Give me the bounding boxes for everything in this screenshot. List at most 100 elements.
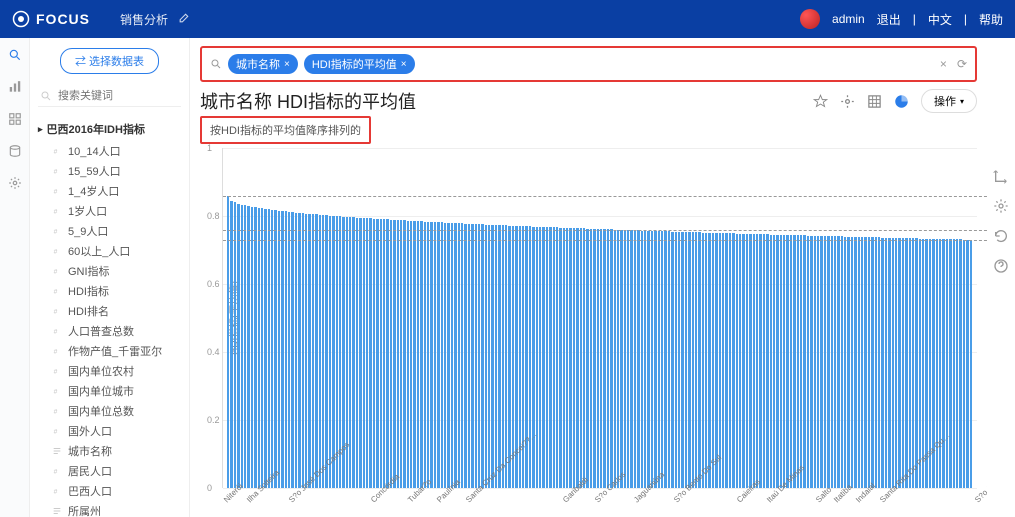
- bar[interactable]: [820, 236, 822, 488]
- bar[interactable]: [956, 239, 958, 488]
- bar[interactable]: [658, 231, 660, 488]
- bar[interactable]: [325, 215, 327, 488]
- select-table-button[interactable]: ⇄ 选择数据表: [60, 48, 159, 74]
- bar[interactable]: [692, 232, 694, 488]
- field-item[interactable]: #人口普查总数: [38, 321, 181, 341]
- bar[interactable]: [847, 237, 849, 488]
- bar[interactable]: [539, 227, 541, 488]
- bar[interactable]: [488, 225, 490, 488]
- field-item[interactable]: #巴西人口: [38, 481, 181, 501]
- bar[interactable]: [380, 219, 382, 488]
- bar[interactable]: [553, 227, 555, 488]
- bar[interactable]: [447, 223, 449, 488]
- chart-icon[interactable]: [8, 80, 22, 94]
- help-icon[interactable]: [993, 258, 1009, 274]
- bar[interactable]: [597, 229, 599, 488]
- bar[interactable]: [491, 225, 493, 488]
- bar[interactable]: [549, 227, 551, 488]
- bar[interactable]: [600, 229, 602, 488]
- bar[interactable]: [400, 220, 402, 488]
- bar[interactable]: [274, 210, 276, 488]
- bar[interactable]: [478, 224, 480, 488]
- clear-icon[interactable]: ×: [940, 57, 947, 71]
- bar[interactable]: [685, 232, 687, 488]
- bar[interactable]: [909, 238, 911, 488]
- bar[interactable]: [285, 211, 287, 488]
- edit-icon[interactable]: [178, 11, 191, 27]
- bar[interactable]: [885, 238, 887, 488]
- bar[interactable]: [369, 218, 371, 488]
- dashboard-icon[interactable]: [8, 112, 22, 126]
- field-item[interactable]: #1_4岁人口: [38, 181, 181, 201]
- bar[interactable]: [919, 239, 921, 489]
- bar[interactable]: [278, 211, 280, 488]
- bar[interactable]: [268, 209, 270, 488]
- bar[interactable]: [892, 238, 894, 488]
- bar[interactable]: [464, 224, 466, 488]
- bar[interactable]: [583, 228, 585, 488]
- bar[interactable]: [861, 237, 863, 488]
- bar[interactable]: [312, 214, 314, 488]
- bar[interactable]: [678, 232, 680, 488]
- bar[interactable]: [939, 239, 941, 488]
- bar[interactable]: [708, 233, 710, 488]
- bar[interactable]: [610, 229, 612, 488]
- pin-icon[interactable]: [813, 94, 828, 109]
- bar[interactable]: [675, 232, 677, 488]
- bar[interactable]: [495, 225, 497, 488]
- bar[interactable]: [786, 235, 788, 488]
- bar[interactable]: [742, 234, 744, 488]
- bar[interactable]: [630, 230, 632, 488]
- bar[interactable]: [305, 214, 307, 488]
- bar[interactable]: [898, 238, 900, 488]
- bar[interactable]: [485, 225, 487, 489]
- bar[interactable]: [915, 238, 917, 488]
- bar[interactable]: [722, 233, 724, 488]
- bar[interactable]: [797, 235, 799, 488]
- bar[interactable]: [725, 233, 727, 488]
- field-item[interactable]: #HDI指标: [38, 281, 181, 301]
- bar[interactable]: [529, 226, 531, 488]
- bar[interactable]: [434, 222, 436, 488]
- bar[interactable]: [810, 236, 812, 488]
- bar[interactable]: [753, 234, 755, 488]
- bar[interactable]: [756, 234, 758, 488]
- chip-remove-icon[interactable]: ×: [284, 59, 290, 70]
- bar[interactable]: [607, 229, 609, 488]
- bar[interactable]: [271, 210, 273, 488]
- field-item[interactable]: #15_59人口: [38, 161, 181, 181]
- bar[interactable]: [264, 209, 266, 488]
- bar[interactable]: [291, 212, 293, 488]
- bar[interactable]: [390, 220, 392, 488]
- bar[interactable]: [959, 239, 961, 488]
- chart-type-icon[interactable]: [894, 94, 909, 109]
- bar[interactable]: [902, 238, 904, 488]
- username[interactable]: admin: [832, 12, 865, 26]
- bar[interactable]: [712, 233, 714, 488]
- bar[interactable]: [461, 223, 463, 488]
- bar[interactable]: [827, 236, 829, 488]
- bar[interactable]: [471, 224, 473, 488]
- bar[interactable]: [770, 235, 772, 488]
- bar[interactable]: [864, 237, 866, 488]
- bar[interactable]: [661, 231, 663, 488]
- bar[interactable]: [844, 237, 846, 488]
- settings-icon[interactable]: [8, 176, 22, 190]
- bar[interactable]: [651, 231, 653, 488]
- bar[interactable]: [508, 226, 510, 488]
- field-item[interactable]: #国内单位农村: [38, 361, 181, 381]
- bar[interactable]: [817, 236, 819, 488]
- bar[interactable]: [780, 235, 782, 488]
- bar[interactable]: [637, 230, 639, 488]
- bar[interactable]: [407, 221, 409, 488]
- bar[interactable]: [417, 221, 419, 488]
- bar[interactable]: [315, 214, 317, 488]
- bar[interactable]: [841, 236, 843, 488]
- bar[interactable]: [681, 232, 683, 488]
- bar[interactable]: [776, 235, 778, 488]
- bar[interactable]: [793, 235, 795, 488]
- bar[interactable]: [468, 224, 470, 488]
- bar[interactable]: [942, 239, 944, 488]
- bar[interactable]: [566, 228, 568, 488]
- field-item[interactable]: 所属州: [38, 501, 181, 517]
